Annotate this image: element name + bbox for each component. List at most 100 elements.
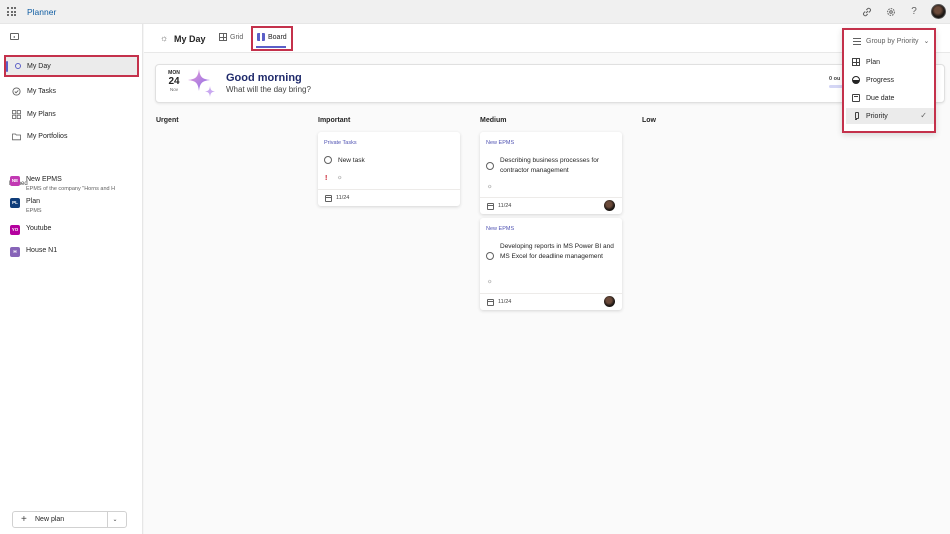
task-card[interactable]: Private Tasks New task ! ☼ 11/24	[318, 132, 460, 206]
priority-icon	[852, 112, 860, 120]
sidebar-item-label: My Plans	[27, 110, 56, 118]
calendar-icon	[852, 94, 860, 102]
complete-task-checkbox[interactable]	[324, 156, 332, 164]
sidebar-item-label: My Portfolios	[27, 132, 68, 140]
tab-grid[interactable]: Grid	[219, 33, 243, 41]
column-urgent-title: Urgent	[156, 117, 179, 124]
checkmark-icon: ✓	[920, 111, 927, 120]
pinned-plan-title: House N1	[26, 247, 58, 254]
group-by-label: Group by Priority	[866, 37, 919, 45]
sun-icon: ☼	[160, 33, 169, 43]
app-name[interactable]: Planner	[27, 7, 56, 17]
plan-grid-icon	[852, 58, 860, 66]
column-low-title: Low	[642, 117, 656, 124]
chevron-down-icon[interactable]: ⌄	[108, 516, 122, 523]
collapse-sidebar-icon[interactable]	[10, 33, 19, 40]
plan-badge: H	[10, 247, 20, 257]
folder-icon	[12, 132, 21, 141]
column-important-title: Important	[318, 117, 351, 124]
task-row: Describing business processes for contra…	[486, 156, 614, 176]
option-label: Plan	[866, 58, 881, 66]
grid-icon	[219, 33, 227, 41]
group-by-dropdown: Group by Priority ⌄ Plan Progress Due da…	[842, 28, 936, 133]
tasks-icon	[12, 86, 21, 96]
pinned-plan-subtitle: EPMS	[26, 208, 42, 214]
card-plan-name[interactable]: Private Tasks	[324, 140, 357, 146]
sparkle-icon	[188, 69, 215, 97]
calendar-icon	[487, 203, 494, 210]
complete-task-checkbox[interactable]	[486, 162, 494, 170]
card-footer: 11/24	[480, 293, 622, 310]
plus-icon: +	[21, 513, 27, 525]
pinned-plan-title: New EPMS	[26, 176, 62, 183]
sidebar-item-my-plans[interactable]: My Plans	[4, 103, 139, 125]
tab-board[interactable]: Board	[257, 33, 287, 41]
sidebar-item-my-day[interactable]: My Day	[4, 55, 139, 77]
task-title[interactable]: Developing reports in MS Power BI and MS…	[500, 242, 614, 262]
pinned-plan-plan[interactable]: PL Plan EPMS	[10, 197, 42, 215]
assignee-avatar[interactable]	[604, 200, 615, 211]
date-day: 24	[168, 76, 180, 87]
group-option-plan[interactable]: Plan	[846, 54, 934, 70]
share-link-icon[interactable]	[861, 6, 873, 18]
pinned-plan-youtube[interactable]: YO Youtube	[10, 224, 51, 235]
task-row: Developing reports in MS Power BI and MS…	[486, 242, 614, 262]
task-row: New task	[324, 156, 365, 166]
sidebar: My Day My Tasks My Plans My Portfolios P…	[0, 24, 143, 534]
due-date[interactable]: 11/24	[336, 195, 349, 201]
user-avatar[interactable]	[931, 4, 946, 19]
plan-badge: NE	[10, 176, 20, 186]
chevron-down-icon: ⌄	[923, 38, 930, 45]
sidebar-item-my-tasks[interactable]: My Tasks	[4, 80, 139, 102]
sidebar-item-my-portfolios[interactable]: My Portfolios	[4, 125, 139, 147]
card-plan-name[interactable]: New EPMS	[486, 226, 514, 232]
group-option-due-date[interactable]: Due date	[846, 90, 934, 106]
card-plan-name[interactable]: New EPMS	[486, 140, 514, 146]
group-option-priority[interactable]: Priority ✓	[846, 108, 934, 124]
board-icon	[257, 33, 265, 41]
plan-badge: PL	[10, 198, 20, 208]
pinned-plan-title: Youtube	[26, 225, 52, 232]
my-day-icon	[15, 63, 21, 69]
plans-icon	[12, 109, 21, 119]
new-plan-button[interactable]: + New plan ⌄	[12, 511, 127, 528]
group-option-progress[interactable]: Progress	[846, 72, 934, 88]
pinned-plan-house-n1[interactable]: H House N1	[10, 246, 57, 257]
greeting-subtitle: What will the day bring?	[226, 85, 311, 94]
top-bar: Planner ?	[0, 0, 950, 24]
task-title[interactable]: Describing business processes for contra…	[500, 156, 614, 176]
my-day-sun-icon: ☼	[487, 184, 493, 190]
new-plan-label: New plan	[35, 516, 65, 523]
tab-label: Grid	[230, 33, 244, 41]
column-medium-title: Medium	[480, 117, 507, 124]
pinned-plan-title: Plan	[26, 198, 41, 205]
app-launcher-icon[interactable]	[7, 7, 16, 16]
option-label: Progress	[866, 76, 895, 84]
task-card[interactable]: New EPMS Developing reports in MS Power …	[480, 218, 622, 310]
plan-badge: YO	[10, 225, 20, 235]
calendar-icon	[325, 195, 332, 202]
my-day-sun-icon: ☼	[487, 279, 493, 285]
group-by-button[interactable]: Group by Priority ⌄	[844, 30, 934, 52]
progress-icon	[852, 76, 860, 84]
assignee-avatar[interactable]	[604, 296, 615, 307]
main-content: ☼ My Day Grid Board MON 24 Nov Good morn…	[144, 24, 950, 534]
settings-gear-icon[interactable]	[885, 6, 897, 18]
priority-important-icon: !	[325, 175, 328, 182]
progress-text: 0 ou	[829, 76, 841, 82]
progress-bar	[829, 85, 843, 88]
page-title: My Day	[174, 34, 206, 44]
option-label: Due date	[866, 94, 895, 102]
sidebar-item-label: My Day	[27, 62, 51, 70]
date-badge: MON 24 Nov	[166, 70, 182, 92]
due-date[interactable]: 11/24	[498, 299, 511, 305]
due-date[interactable]: 11/24	[498, 203, 511, 209]
help-icon[interactable]: ?	[908, 6, 920, 18]
card-footer: 11/24	[480, 197, 622, 214]
task-title[interactable]: New task	[338, 156, 365, 166]
pinned-plan-new-epms[interactable]: NE New EPMS EPMS of the company "Horns a…	[10, 175, 115, 193]
active-tab-indicator	[256, 46, 286, 48]
task-card[interactable]: New EPMS Describing business processes f…	[480, 132, 622, 214]
complete-task-checkbox[interactable]	[486, 252, 494, 260]
my-day-sun-icon: ☼	[337, 175, 343, 181]
